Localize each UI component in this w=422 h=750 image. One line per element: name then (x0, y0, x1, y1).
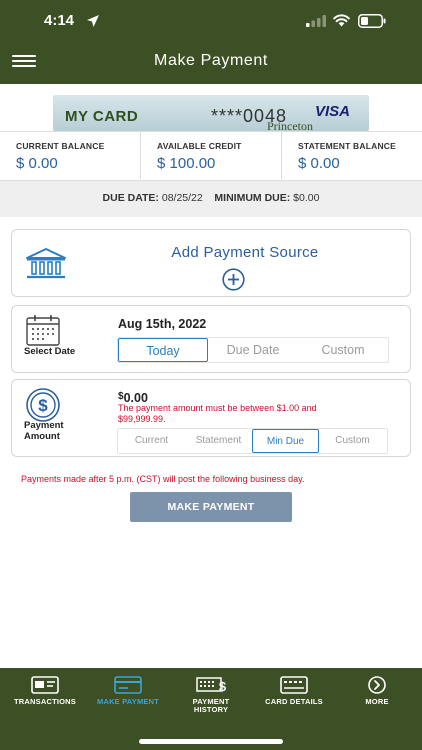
payment-source-panel[interactable]: Add Payment Source (11, 229, 411, 297)
current-balance-label: CURRENT BALANCE (16, 141, 105, 151)
bank-icon (26, 248, 66, 279)
status-time: 4:14 (44, 12, 75, 29)
add-circle-icon[interactable] (222, 268, 245, 291)
location-arrow-icon (87, 15, 99, 27)
select-date-panel: Select Date Aug 15th, 2022 Today Due Dat… (11, 305, 411, 373)
card-network-logo: VISA (315, 103, 351, 120)
status-bar: 4:14 (0, 10, 422, 34)
due-info-bar: DUE DATE: 08/25/22 MINIMUM DUE: $0.00 (0, 180, 422, 217)
svg-text:$: $ (219, 679, 226, 694)
make-payment-icon (114, 676, 142, 694)
card-bank-name: Princeton (267, 119, 313, 131)
selected-date: Aug 15th, 2022 (118, 317, 207, 331)
available-credit: AVAILABLE CREDIT $ 100.00 (141, 132, 282, 179)
amount-option-selector: Current Statement Min Due Custom (117, 428, 388, 454)
wifi-icon (333, 14, 350, 27)
bottom-nav: TRANSACTIONS MAKE PAYMENT $ PAYMENT HIST… (0, 668, 422, 750)
date-option-selector: Today Due Date Custom (117, 337, 389, 363)
current-balance: CURRENT BALANCE $ 0.00 (0, 132, 141, 179)
statement-balance: STATEMENT BALANCE $ 0.00 (282, 132, 422, 179)
amount-option-min-due[interactable]: Min Due (252, 429, 319, 453)
battery-icon (358, 14, 386, 28)
cellular-signal-icon (306, 15, 326, 27)
payment-amount-label: Payment Amount (24, 420, 64, 442)
statement-balance-value: $ 0.00 (298, 155, 340, 172)
nav-make-payment[interactable]: MAKE PAYMENT (90, 676, 166, 706)
nav-card-details[interactable]: CARD DETAILS (256, 676, 332, 706)
amount-option-statement[interactable]: Statement (185, 429, 252, 453)
date-option-today[interactable]: Today (118, 338, 208, 362)
add-payment-source-link[interactable]: Add Payment Source (142, 244, 348, 261)
nav-payment-history[interactable]: $ PAYMENT HISTORY (173, 676, 249, 714)
posting-notice: Payments made after 5 p.m. (CST) will po… (21, 474, 305, 484)
card-image: MY CARD ****0048 VISA Princeton (53, 95, 369, 131)
balance-summary: CURRENT BALANCE $ 0.00 AVAILABLE CREDIT … (0, 131, 422, 179)
payment-history-icon: $ (196, 677, 226, 694)
transactions-icon (31, 676, 59, 694)
card-name: MY CARD (65, 108, 139, 125)
minimum-due-label: MINIMUM DUE: (214, 192, 291, 204)
card-details-icon (280, 676, 308, 694)
more-icon (368, 676, 386, 694)
payment-amount-panel: $ Payment Amount $0.00 The payment amoun… (11, 379, 411, 457)
statement-balance-label: STATEMENT BALANCE (298, 141, 396, 151)
make-payment-button[interactable]: MAKE PAYMENT (130, 492, 292, 522)
due-date-label: DUE DATE: (102, 192, 159, 204)
minimum-due-value: $0.00 (293, 192, 320, 204)
date-option-due-date[interactable]: Due Date (208, 338, 298, 362)
dollar-circle-icon: $ (26, 388, 60, 422)
available-credit-label: AVAILABLE CREDIT (157, 141, 242, 151)
amount-error-message: The payment amount must be between $1.00… (118, 403, 317, 424)
top-bar: 4:14 Make Payment (0, 0, 422, 84)
date-option-custom[interactable]: Custom (298, 338, 388, 362)
due-date-value: 08/25/22 (161, 192, 203, 204)
current-balance-value: $ 0.00 (16, 155, 58, 172)
select-date-label: Select Date (24, 346, 76, 357)
nav-more[interactable]: MORE (339, 676, 415, 706)
home-indicator (139, 739, 283, 744)
amount-option-custom[interactable]: Custom (319, 429, 386, 453)
svg-text:$: $ (38, 396, 48, 415)
available-credit-value: $ 100.00 (157, 155, 216, 172)
nav-transactions[interactable]: TRANSACTIONS (7, 676, 83, 706)
calendar-icon (26, 315, 60, 346)
amount-option-current[interactable]: Current (118, 429, 185, 453)
page-title: Make Payment (154, 52, 268, 69)
